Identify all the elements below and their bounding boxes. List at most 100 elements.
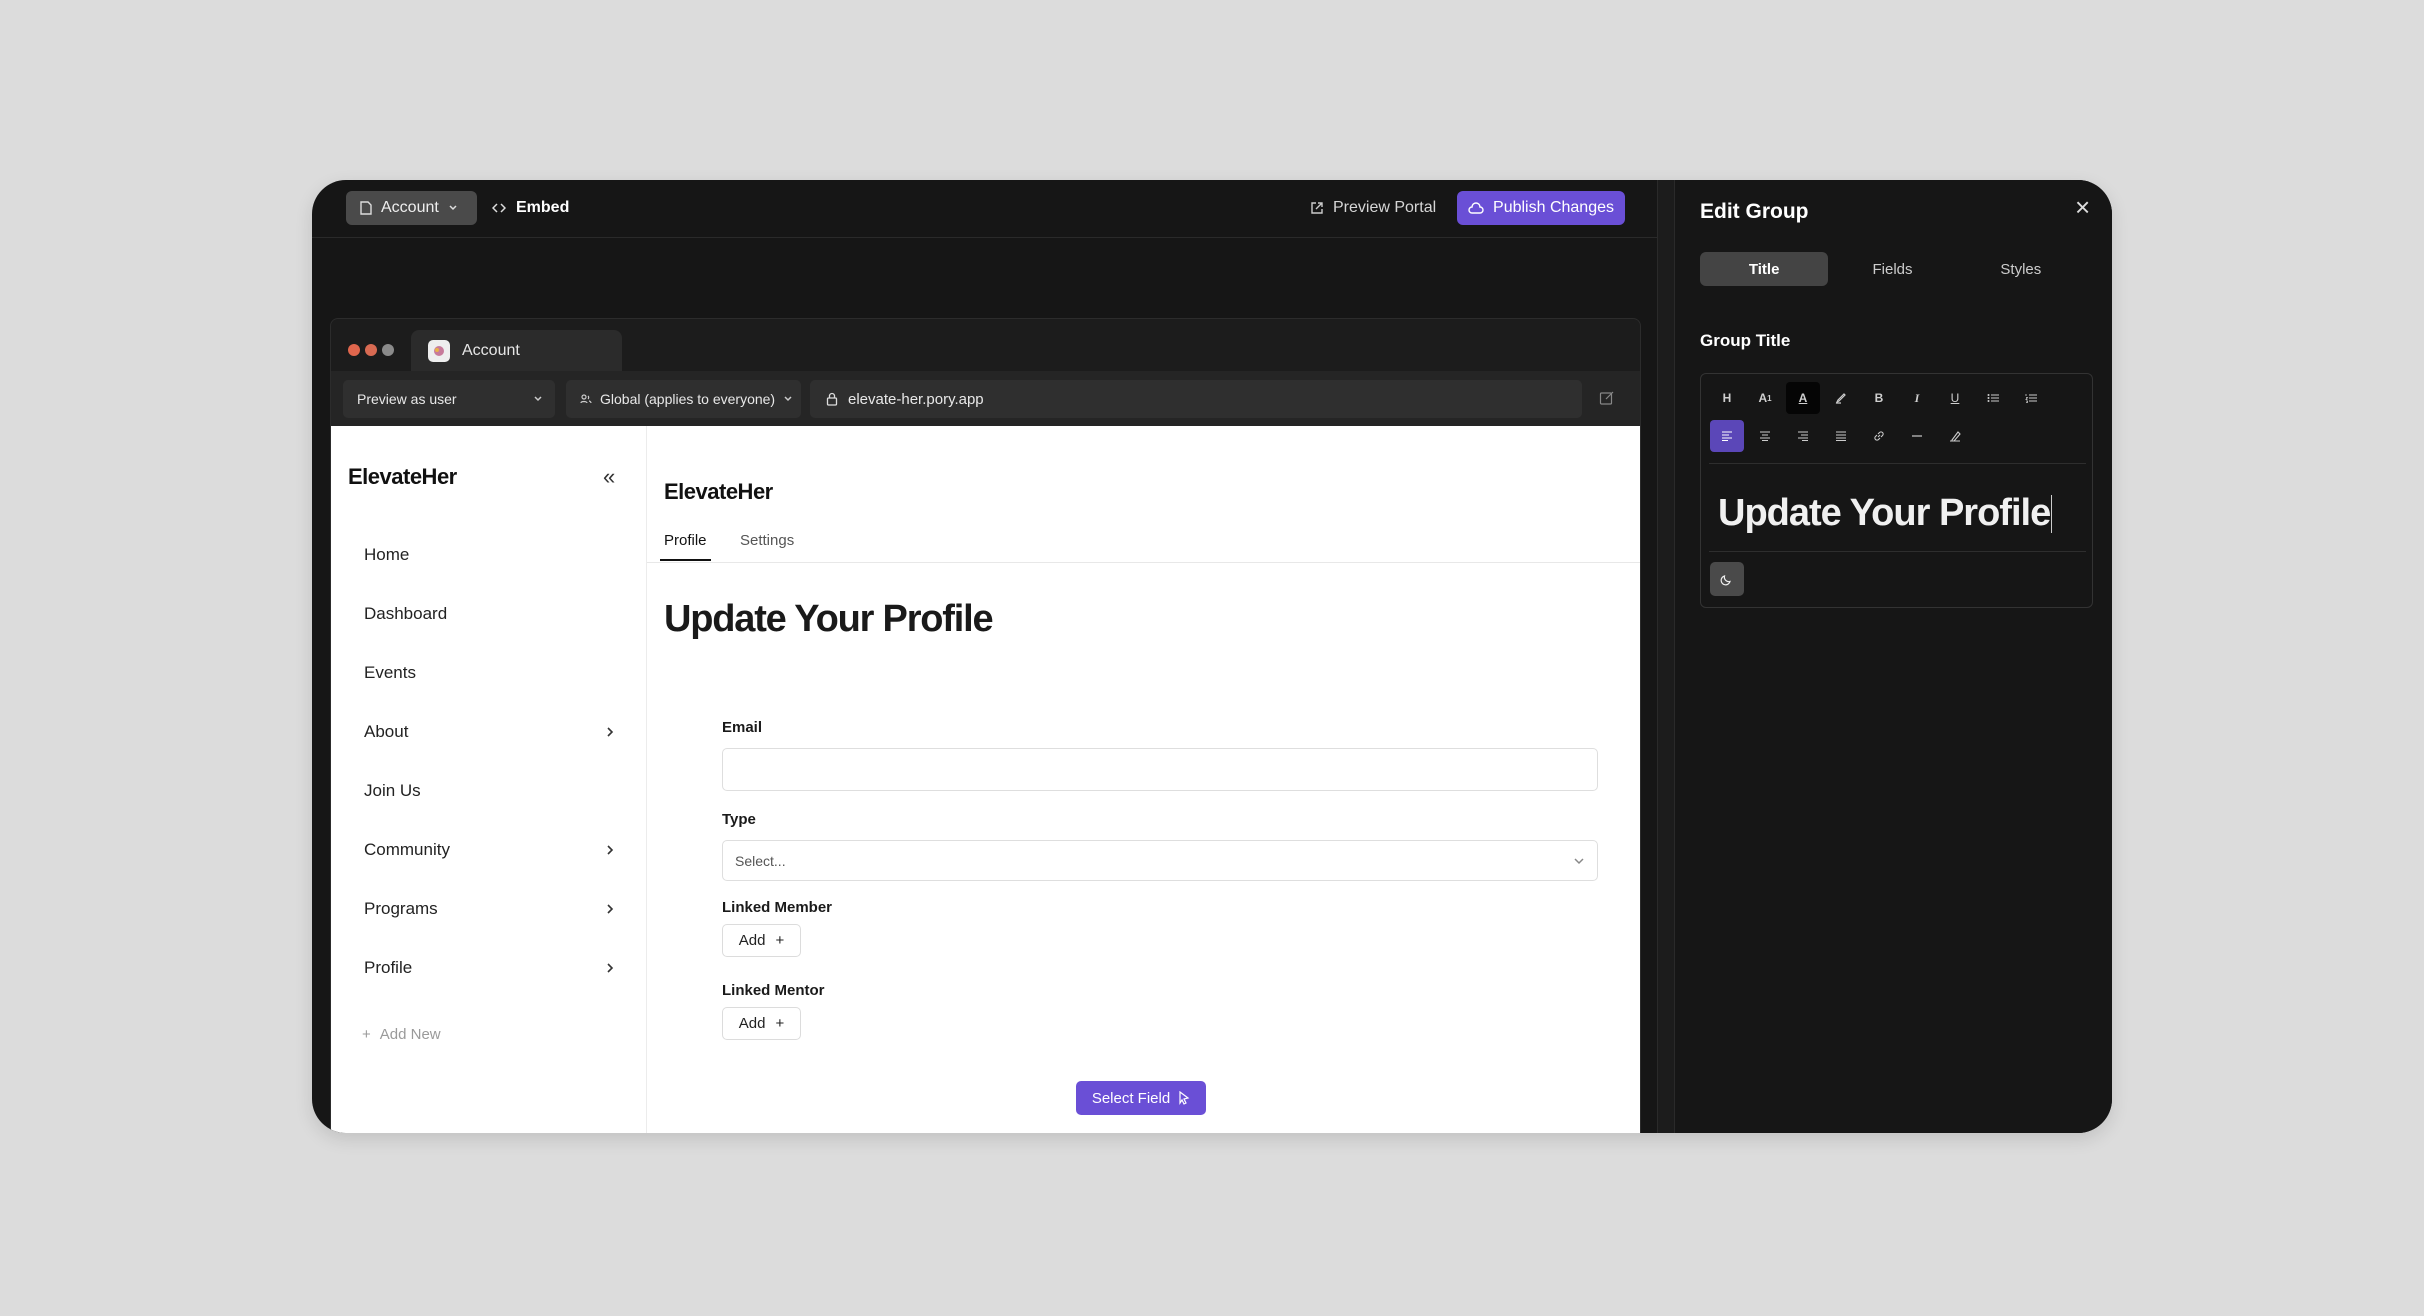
add-new-nav-button[interactable]: + Add New: [362, 1026, 441, 1043]
preview-portal-button[interactable]: Preview Portal: [1310, 191, 1436, 225]
tab-profile[interactable]: Profile: [660, 532, 711, 561]
account-dropdown-button[interactable]: Account: [346, 191, 477, 225]
edit-url-icon[interactable]: [1599, 390, 1615, 406]
embed-label: Embed: [516, 199, 570, 216]
tab-settings[interactable]: Settings: [740, 532, 794, 559]
panel-divider[interactable]: [1657, 180, 1675, 1133]
chevron-down-icon: [533, 395, 543, 403]
clear-format-icon[interactable]: [1938, 420, 1972, 452]
text-caret: [2051, 494, 2053, 533]
bullet-list-icon[interactable]: [1976, 382, 2010, 414]
panel-tabs: Title Fields Styles: [1700, 252, 2085, 286]
chevron-right-icon: [606, 844, 614, 856]
nav-item-label: Programs: [364, 899, 438, 918]
superscript-icon[interactable]: A1: [1748, 382, 1782, 414]
title-editor-text: Update Your Profile: [1718, 492, 2051, 534]
cursor-icon: [1178, 1091, 1190, 1105]
rich-text-editor: H A1 A B I U Update Your Profile: [1700, 373, 2093, 608]
nav-item-programs[interactable]: Programs: [364, 893, 614, 925]
align-center-icon[interactable]: [1748, 420, 1782, 452]
preview-browser-frame: Account Preview as user Global (applies …: [330, 318, 1641, 1133]
select-field-button[interactable]: Select Field: [1076, 1081, 1206, 1115]
nav-item-label: Community: [364, 840, 450, 859]
portal-brand: ElevateHer: [348, 464, 457, 489]
moon-icon: [1720, 572, 1734, 586]
nav-item-join-us[interactable]: Join Us: [364, 775, 614, 807]
edit-group-panel: Edit Group × Title Fields Styles Group T…: [1675, 180, 2112, 1133]
title-editor-input[interactable]: Update Your Profile: [1718, 492, 2053, 535]
chevron-right-icon: [606, 962, 614, 974]
type-select-value: Select...: [735, 852, 786, 869]
email-label: Email: [722, 719, 763, 736]
nav-item-label: About: [364, 722, 409, 741]
nav-item-about[interactable]: About: [364, 716, 614, 748]
tab-fields[interactable]: Fields: [1828, 252, 1956, 286]
code-icon: [492, 202, 506, 214]
preview-portal-label: Preview Portal: [1333, 199, 1437, 216]
preview-as-label: Preview as user: [357, 391, 457, 407]
browser-tab[interactable]: Account: [411, 330, 622, 371]
nav-item-events[interactable]: Events: [364, 657, 614, 689]
preview-toolbar: Preview as user Global (applies to every…: [331, 371, 1640, 426]
close-icon[interactable]: ×: [2075, 192, 2090, 223]
email-field[interactable]: [722, 748, 1598, 791]
chevron-down-icon: [783, 395, 793, 403]
url-text: elevate-her.pory.app: [848, 390, 984, 408]
tabs-divider: [647, 562, 1640, 563]
underline-icon[interactable]: U: [1938, 382, 1972, 414]
nav-item-community[interactable]: Community: [364, 834, 614, 866]
add-label: Add: [738, 932, 766, 949]
scope-label: Global (applies to everyone): [600, 391, 776, 407]
publish-changes-label: Publish Changes: [1493, 199, 1614, 216]
highlighter-icon[interactable]: [1824, 382, 1858, 414]
portal-preview: ElevateHer « Home Dashboard Events About: [331, 426, 1640, 1133]
nav-item-label: Join Us: [364, 781, 421, 800]
align-right-icon[interactable]: [1786, 420, 1820, 452]
top-bar: Account Embed Preview Portal Publish Cha…: [312, 180, 1657, 238]
account-label: Account: [381, 199, 439, 216]
users-icon: [580, 393, 592, 405]
browser-tab-title: Account: [462, 341, 520, 359]
dark-mode-toggle[interactable]: [1710, 562, 1744, 596]
plus-icon: +: [362, 1026, 371, 1043]
tab-title[interactable]: Title: [1700, 252, 1829, 286]
nav-item-home[interactable]: Home: [364, 539, 614, 571]
portal-sidebar: ElevateHer « Home Dashboard Events About: [331, 426, 647, 1133]
plus-icon: +: [775, 1015, 785, 1032]
link-icon[interactable]: [1862, 420, 1896, 452]
scope-select[interactable]: Global (applies to everyone): [566, 380, 801, 418]
nav-item-label: Events: [364, 663, 416, 682]
tab-styles[interactable]: Styles: [1957, 252, 2085, 286]
url-bar[interactable]: elevate-her.pory.app: [810, 380, 1582, 418]
nav-item-profile[interactable]: Profile: [364, 952, 614, 984]
heading-icon[interactable]: H: [1710, 382, 1744, 414]
add-linked-member-button[interactable]: Add +: [722, 924, 801, 957]
chevron-down-icon: [448, 204, 458, 212]
align-justify-icon[interactable]: [1824, 420, 1858, 452]
horizontal-rule-icon[interactable]: [1900, 420, 1934, 452]
text-color-icon[interactable]: A: [1786, 382, 1820, 414]
portal-main: ElevateHer Profile Settings Update Your …: [647, 426, 1640, 1133]
italic-icon[interactable]: I: [1900, 382, 1934, 414]
preview-as-select[interactable]: Preview as user: [343, 380, 555, 418]
page-heading[interactable]: Update Your Profile: [664, 598, 994, 641]
add-label: Add: [738, 1015, 766, 1032]
add-linked-mentor-button[interactable]: Add +: [722, 1007, 801, 1040]
editor-footer-divider: [1709, 551, 2086, 552]
nav-item-label: Dashboard: [364, 604, 448, 623]
main-brand: ElevateHer: [664, 479, 773, 504]
publish-changes-button[interactable]: Publish Changes: [1457, 191, 1625, 225]
plus-icon: +: [775, 932, 785, 949]
nav-item-dashboard[interactable]: Dashboard: [364, 598, 614, 630]
embed-button[interactable]: Embed: [492, 191, 569, 225]
external-link-icon: [1310, 201, 1324, 215]
document-icon: [360, 201, 372, 215]
minimize-dot: [365, 344, 377, 356]
collapse-sidebar-icon[interactable]: «: [603, 464, 615, 490]
close-dot: [348, 344, 360, 356]
numbered-list-icon[interactable]: [2014, 382, 2048, 414]
align-left-icon[interactable]: [1710, 420, 1744, 452]
type-select[interactable]: Select...: [722, 840, 1598, 881]
bold-icon[interactable]: B: [1862, 382, 1896, 414]
lock-icon: [826, 392, 838, 406]
